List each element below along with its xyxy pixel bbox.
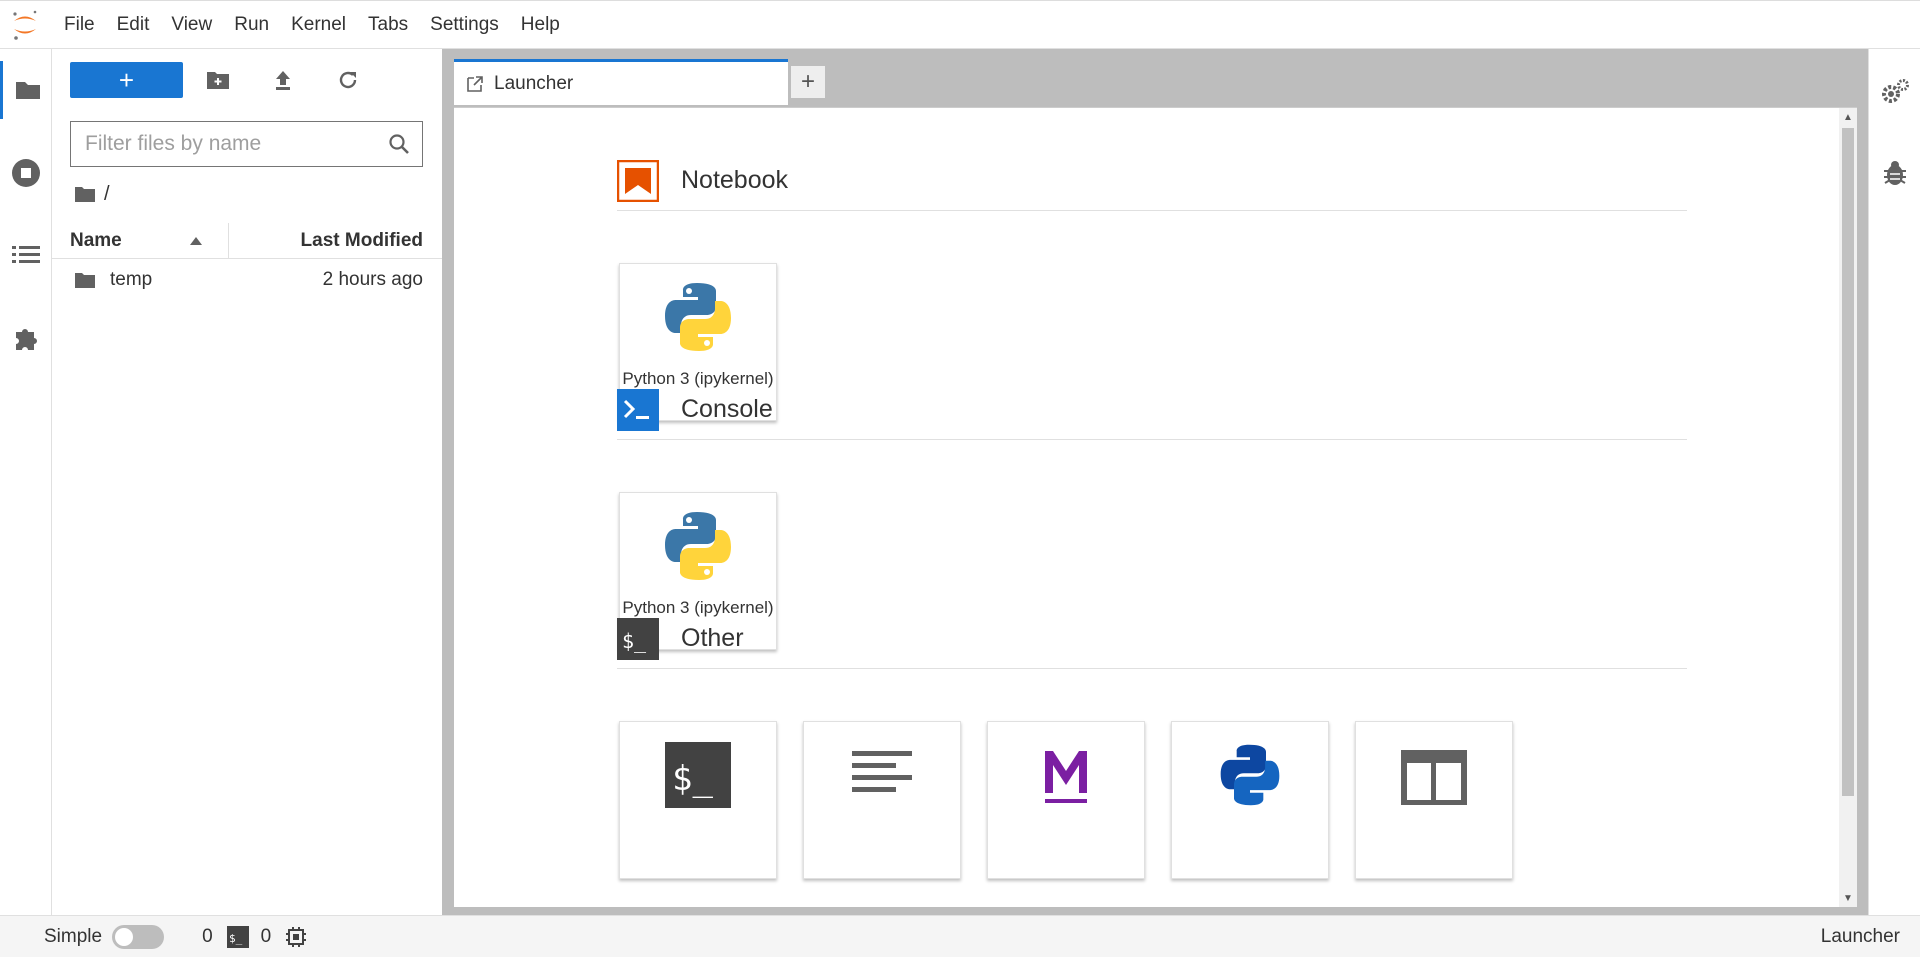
terminals-count[interactable]: 0 [261, 926, 272, 948]
svg-text:$_: $_ [672, 759, 713, 799]
console-icon [617, 388, 659, 431]
svg-text:$_: $_ [229, 932, 243, 945]
menu-tabs[interactable]: Tabs [357, 0, 419, 49]
tab-launcher[interactable]: Launcher [454, 59, 788, 105]
bug-icon [1884, 161, 1906, 185]
terminal-card[interactable]: $_ [619, 721, 777, 879]
terminal-icon: $_ [661, 738, 735, 812]
menu-edit[interactable]: Edit [106, 0, 161, 49]
upload-icon [276, 71, 290, 90]
launcher-icon [467, 75, 483, 92]
other-section-header: $_ Other [617, 609, 1687, 669]
launcher-panel: Notebook Python 3 (ipykernel) Console Py… [454, 107, 1857, 907]
file-list-header: Name Last Modified [52, 223, 442, 259]
tab-bar: Launcher + [454, 59, 826, 105]
refresh-button[interactable] [334, 66, 362, 94]
scroll-up-icon[interactable]: ▲ [1843, 112, 1853, 123]
console-section-header: Console [617, 380, 1687, 440]
file-last-modified: 2 hours ago [322, 269, 423, 290]
svg-text:$_: $_ [622, 629, 647, 653]
terminal-status-icon: $_ [226, 925, 249, 948]
breadcrumb-root[interactable]: / [104, 183, 110, 206]
notebook-section-header: Notebook [617, 151, 1687, 211]
scroll-down-icon[interactable]: ▼ [1843, 893, 1853, 904]
file-name: temp [110, 269, 153, 290]
python-file-card[interactable] [1171, 721, 1329, 879]
search-icon [389, 134, 409, 154]
refresh-icon [339, 71, 357, 89]
markdown-icon [1029, 738, 1103, 812]
sort-ascending-icon [190, 236, 202, 245]
status-current-activity: Launcher [1820, 925, 1900, 947]
kernel-cpu-icon[interactable] [285, 926, 307, 948]
status-bar: Simple 0 $_ 0 Launcher [0, 915, 1920, 957]
new-folder-icon [207, 72, 229, 89]
console-section-title: Console [681, 395, 773, 423]
python-logo-icon [661, 509, 735, 583]
other-section-title: Other [681, 624, 744, 652]
right-sidebar-tabs [1868, 49, 1920, 915]
scrollbar-thumb[interactable] [1842, 128, 1854, 796]
extension-manager-tab[interactable] [0, 309, 52, 367]
markdown-file-card[interactable] [987, 721, 1145, 879]
jupyter-logo-icon [0, 0, 50, 49]
left-sidebar-tabs [0, 49, 52, 915]
notebook-section-title: Notebook [681, 166, 789, 194]
new-folder-button[interactable] [204, 66, 232, 94]
plus-icon: + [118, 64, 135, 95]
simple-mode-label: Simple [44, 925, 103, 947]
stop-circle-icon [12, 159, 40, 187]
menu-kernel[interactable]: Kernel [280, 0, 357, 49]
contextual-help-card[interactable] [1355, 721, 1513, 879]
main-dock-area: Launcher + Notebook Python 3 (ipykernel)… [442, 49, 1868, 915]
text-file-card[interactable] [803, 721, 961, 879]
column-name-label: Name [70, 229, 122, 251]
gears-icon [1882, 79, 1909, 103]
table-of-contents-tab[interactable] [0, 226, 52, 284]
notebook-icon [617, 159, 659, 202]
menu-file[interactable]: File [50, 0, 106, 49]
launcher-scrollbar[interactable]: ▲ ▼ [1839, 108, 1857, 907]
column-header-last-modified[interactable]: Last Modified [229, 230, 442, 252]
plus-icon: + [800, 68, 815, 95]
breadcrumb: / [74, 179, 110, 209]
filter-files-input[interactable] [71, 122, 388, 166]
terminal-icon: $_ [617, 617, 659, 660]
file-list-item[interactable]: temp 2 hours ago [52, 262, 442, 298]
new-launcher-button[interactable]: + [70, 62, 183, 98]
python-file-icon [1213, 738, 1287, 812]
folder-icon [15, 82, 40, 99]
tab-label: Launcher [494, 72, 574, 94]
python-logo-icon [661, 280, 735, 354]
add-tab-button[interactable]: + [790, 65, 826, 99]
filter-files-field [70, 121, 423, 167]
debugger-tab[interactable] [1869, 144, 1920, 202]
puzzle-icon [16, 329, 37, 350]
property-inspector-tab[interactable] [1869, 63, 1920, 121]
file-browser-panel: + / Name Last Modified temp 2 hours ago [52, 49, 442, 915]
menu-run[interactable]: Run [223, 0, 280, 49]
menu-view[interactable]: View [160, 0, 223, 49]
list-icon [12, 246, 40, 263]
simple-mode-toggle[interactable] [112, 924, 165, 949]
file-browser-tab[interactable] [0, 61, 52, 119]
column-header-name[interactable]: Name [52, 223, 229, 258]
folder-icon [74, 271, 96, 289]
folder-icon[interactable] [74, 185, 96, 203]
text-file-icon [845, 738, 919, 812]
kernels-count[interactable]: 0 [202, 926, 213, 948]
menu-bar: File Edit View Run Kernel Tabs Settings … [0, 0, 1920, 49]
running-kernels-tab[interactable] [0, 144, 52, 202]
menu-settings[interactable]: Settings [419, 0, 510, 49]
upload-button[interactable] [269, 66, 297, 94]
help-layout-icon [1397, 738, 1471, 812]
menu-help[interactable]: Help [510, 0, 571, 49]
